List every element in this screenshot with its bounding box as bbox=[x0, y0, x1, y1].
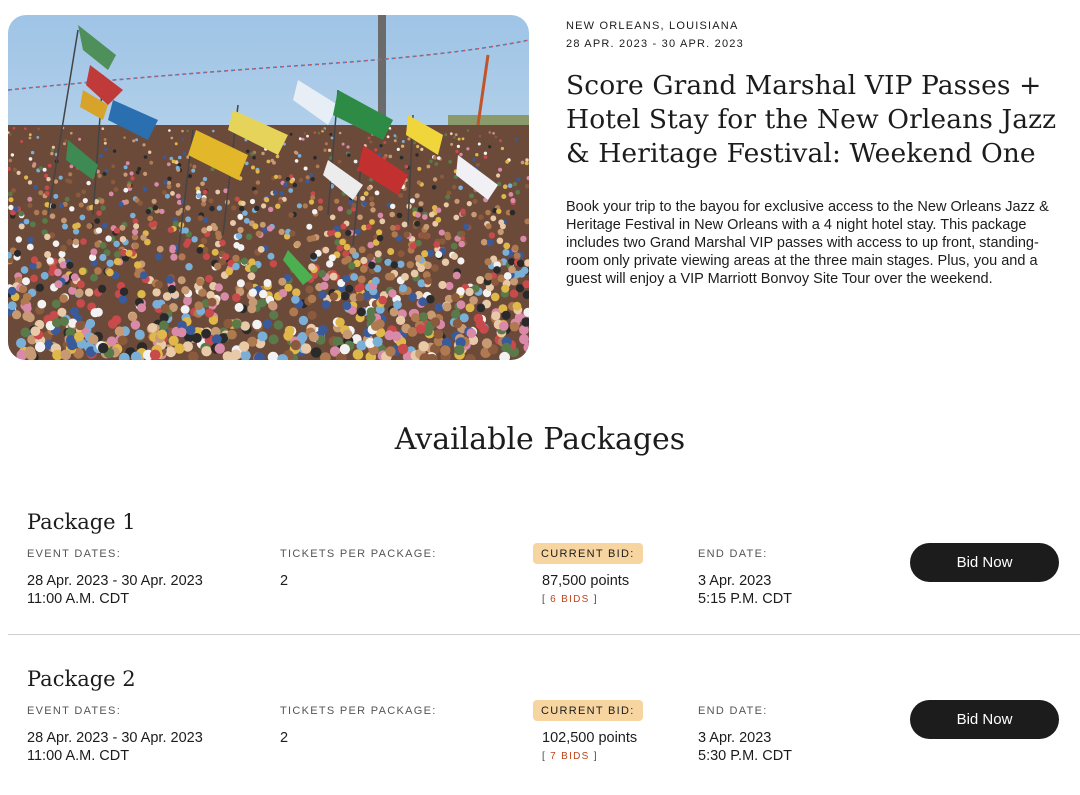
event-date-range: 28 APR. 2023 - 30 APR. 2023 bbox=[566, 38, 744, 50]
end-date-time: 5:15 P.M. CDT bbox=[698, 591, 793, 607]
tickets-label: TICKETS PER PACKAGE: bbox=[280, 705, 437, 717]
bid-count[interactable]: [ 6 BIDS ] bbox=[542, 594, 598, 605]
end-date-value: 3 Apr. 2023 5:15 P.M. CDT bbox=[698, 572, 792, 608]
event-description: Book your trip to the bayou for exclusiv… bbox=[566, 199, 1049, 287]
bid-count-open: [ bbox=[542, 751, 551, 762]
current-bid-badge: CURRENT BID: bbox=[533, 543, 643, 564]
event-location: NEW ORLEANS, LOUISIANA bbox=[566, 20, 739, 32]
event-dates-time: 11:00 A.M. CDT bbox=[27, 591, 130, 607]
end-date-day: 3 Apr. 2023 bbox=[698, 573, 772, 589]
page-title: Score Grand Marshal VIP Passes + Hotel S… bbox=[566, 70, 1057, 169]
end-date-label: END DATE: bbox=[698, 705, 768, 717]
package-divider bbox=[8, 634, 1080, 635]
package-name: Package 1 bbox=[27, 510, 136, 534]
current-bid-value: 87,500 points bbox=[542, 573, 630, 589]
festival-crowd-photo bbox=[8, 15, 529, 360]
bid-count-open: [ bbox=[542, 594, 551, 605]
event-dates-value: 28 Apr. 2023 - 30 Apr. 2023 11:00 A.M. C… bbox=[27, 729, 203, 765]
bid-count-close: ] bbox=[589, 751, 598, 762]
tickets-value: 2 bbox=[280, 573, 289, 589]
current-bid-badge: CURRENT BID: bbox=[533, 700, 643, 721]
event-dates-label: EVENT DATES: bbox=[27, 705, 122, 717]
bid-count-close: ] bbox=[589, 594, 598, 605]
event-dates-time: 11:00 A.M. CDT bbox=[27, 748, 130, 764]
bid-now-button[interactable]: Bid Now bbox=[910, 700, 1059, 739]
package-name: Package 2 bbox=[27, 667, 136, 691]
end-date-value: 3 Apr. 2023 5:30 P.M. CDT bbox=[698, 729, 792, 765]
bid-count[interactable]: [ 7 BIDS ] bbox=[542, 751, 598, 762]
end-date-day: 3 Apr. 2023 bbox=[698, 730, 772, 746]
tickets-value: 2 bbox=[280, 730, 289, 746]
bid-count-link[interactable]: 6 BIDS bbox=[550, 594, 589, 605]
event-dates-label: EVENT DATES: bbox=[27, 548, 122, 560]
available-packages-heading: Available Packages bbox=[394, 422, 686, 457]
bid-count-link[interactable]: 7 BIDS bbox=[550, 751, 589, 762]
end-date-time: 5:30 P.M. CDT bbox=[698, 748, 793, 764]
package-card: Package 2 EVENT DATES: 28 Apr. 2023 - 30… bbox=[0, 665, 1080, 795]
tickets-label: TICKETS PER PACKAGE: bbox=[280, 548, 437, 560]
bid-now-button[interactable]: Bid Now bbox=[910, 543, 1059, 582]
package-card: Package 1 EVENT DATES: 28 Apr. 2023 - 30… bbox=[0, 508, 1080, 638]
event-dates-range: 28 Apr. 2023 - 30 Apr. 2023 bbox=[27, 573, 203, 589]
event-dates-range: 28 Apr. 2023 - 30 Apr. 2023 bbox=[27, 730, 203, 746]
end-date-label: END DATE: bbox=[698, 548, 768, 560]
current-bid-value: 102,500 points bbox=[542, 730, 638, 746]
event-dates-value: 28 Apr. 2023 - 30 Apr. 2023 11:00 A.M. C… bbox=[27, 572, 203, 608]
